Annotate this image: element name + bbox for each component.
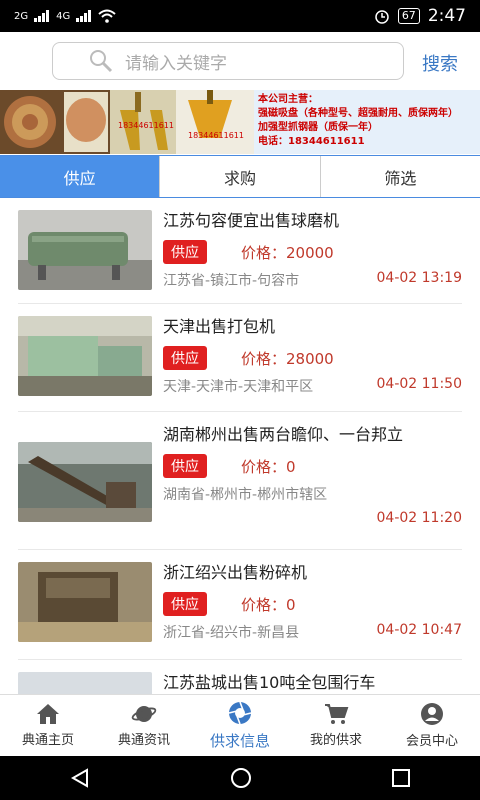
item-time: 04-02 10:47 xyxy=(376,622,462,638)
item-title: 浙江绍兴出售粉碎机 xyxy=(163,563,308,582)
recents-icon[interactable] xyxy=(391,768,411,788)
wifi-icon xyxy=(98,9,116,23)
item-time: 04-02 11:20 xyxy=(376,510,462,526)
item-price: 价格：0 xyxy=(241,457,296,476)
signal-1-label: 2G xyxy=(14,10,29,22)
item-title: 湖南郴州出售两台瞻仰、一台邦立 xyxy=(163,425,404,444)
tab-purchase[interactable]: 求购 xyxy=(160,156,321,197)
item-price: 价格：0 xyxy=(241,595,296,614)
home-circle-icon[interactable] xyxy=(230,767,252,789)
clock: 2:47 xyxy=(427,6,466,26)
signal-2-label: 4G xyxy=(56,10,71,22)
tab-filter[interactable]: 筛选 xyxy=(320,156,480,197)
list-item[interactable]: 浙江绍兴出售粉碎机 供应 价格：0 浙江省-绍兴市-新昌县 04-02 10:4… xyxy=(18,550,462,660)
banner-image: 18344611611 18344611611 xyxy=(0,90,254,154)
nav-my-supply[interactable]: 我的供求 xyxy=(288,695,384,756)
supply-badge: 供应 xyxy=(163,454,207,478)
tab-supply[interactable]: 供应 xyxy=(0,156,161,197)
nav-label: 我的供求 xyxy=(309,733,362,748)
banner-line: 加强型抓钢器（质保一年） xyxy=(258,122,378,133)
search-button[interactable]: 搜索 xyxy=(422,50,458,76)
supply-badge: 供应 xyxy=(163,592,207,616)
list-item[interactable]: 天津出售打包机 供应 价格：28000 天津-天津市-天津和平区 04-02 1… xyxy=(18,304,462,412)
list-item[interactable]: 江苏句容便宜出售球磨机 供应 价格：20000 江苏省-镇江市-句容市 04-0… xyxy=(18,198,462,304)
nav-member[interactable]: 会员中心 xyxy=(384,695,480,756)
supply-badge: 供应 xyxy=(163,240,207,264)
nav-label: 会员中心 xyxy=(405,734,458,749)
search-icon xyxy=(90,50,113,73)
back-icon[interactable] xyxy=(69,768,91,788)
item-thumbnail xyxy=(18,562,152,642)
item-time: 04-02 13:19 xyxy=(376,270,462,286)
banner-line: 本公司主营： xyxy=(258,94,318,105)
tab-bar: 供应 求购 筛选 xyxy=(0,155,480,198)
aperture-icon xyxy=(228,701,252,725)
item-location: 江苏省-镇江市-句容市 xyxy=(163,273,300,289)
nav-label: 典通资讯 xyxy=(117,733,170,748)
home-icon xyxy=(37,704,59,724)
search-placeholder: 请输入关键字 xyxy=(125,53,227,74)
banner-line: 强磁吸盘（各种型号、超强耐用、质保两年） xyxy=(258,108,458,119)
alarm-icon xyxy=(375,10,389,24)
bottom-nav: 典通主页 典通资讯 供求信息 我的供求 会员中心 xyxy=(0,694,480,756)
item-title: 天津出售打包机 xyxy=(163,317,276,336)
item-title: 江苏句容便宜出售球磨机 xyxy=(163,211,340,230)
user-icon xyxy=(421,703,443,725)
supply-list: 江苏句容便宜出售球磨机 供应 价格：20000 江苏省-镇江市-句容市 04-0… xyxy=(0,198,480,694)
search-input[interactable]: 请输入关键字 xyxy=(52,42,404,80)
search-header: 请输入关键字 搜索 xyxy=(0,32,480,90)
list-item[interactable]: 湖南郴州出售两台瞻仰、一台邦立 供应 价格：0 湖南省-郴州市-郴州市辖区 04… xyxy=(18,412,462,550)
nav-label: 典通主页 xyxy=(21,733,74,748)
banner-line: 电话：18344611611 xyxy=(258,136,365,147)
item-location: 湖南省-郴州市-郴州市辖区 xyxy=(163,487,328,503)
planet-icon xyxy=(131,706,157,722)
item-time: 04-02 11:50 xyxy=(376,376,462,392)
item-title: 江苏盐城出售10吨全包围行车 xyxy=(163,673,376,692)
banner-phone-2: 18344611611 xyxy=(188,131,244,140)
status-signal: 2G 4G xyxy=(14,9,116,23)
ad-banner[interactable]: 18344611611 18344611611 本公司主营： 强磁吸盘（各种型号… xyxy=(0,90,480,154)
item-price: 价格：28000 xyxy=(241,349,334,368)
battery-indicator: 67 xyxy=(397,8,420,24)
nav-home[interactable]: 典通主页 xyxy=(0,695,96,756)
item-thumbnail xyxy=(18,210,152,290)
signal-icon-2 xyxy=(76,10,92,22)
status-bar: 2G 4G 67 2:47 xyxy=(0,0,480,32)
item-location: 浙江省-绍兴市-新昌县 xyxy=(163,625,300,641)
nav-supply-info[interactable]: 供求信息 xyxy=(192,695,288,756)
item-thumbnail xyxy=(18,316,152,396)
item-price: 价格：20000 xyxy=(241,243,334,262)
item-location: 天津-天津市-天津和平区 xyxy=(163,379,314,395)
item-thumbnail xyxy=(18,442,152,522)
system-nav-bar xyxy=(0,756,480,800)
nav-label: 供求信息 xyxy=(209,732,270,750)
list-item[interactable]: 江苏盐城出售10吨全包围行车 xyxy=(18,660,462,694)
item-thumbnail xyxy=(18,672,152,694)
banner-text: 本公司主营： 强磁吸盘（各种型号、超强耐用、质保两年） 加强型抓钢器（质保一年）… xyxy=(254,90,480,154)
banner-phone-1: 18344611611 xyxy=(118,121,174,130)
signal-icon xyxy=(34,10,50,22)
cart-icon xyxy=(325,704,349,724)
supply-badge: 供应 xyxy=(163,346,207,370)
nav-news[interactable]: 典通资讯 xyxy=(96,695,192,756)
